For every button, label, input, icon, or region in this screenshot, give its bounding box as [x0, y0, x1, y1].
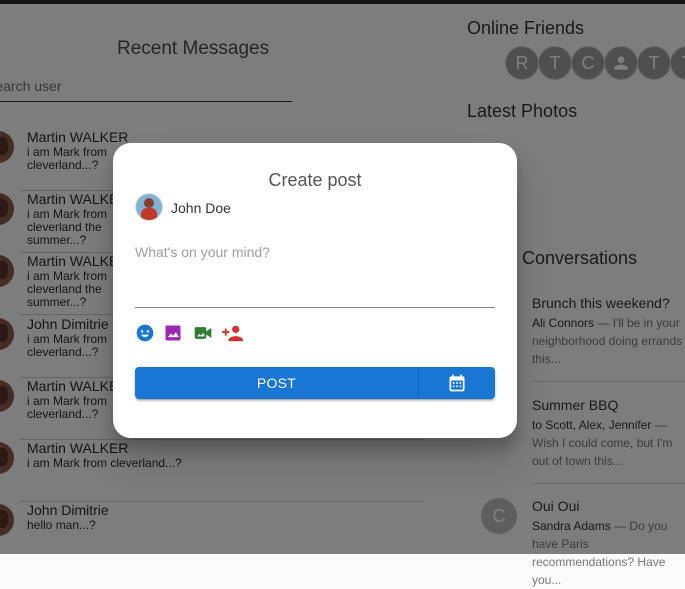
- post-button-group: POST: [135, 367, 495, 399]
- emoji-icon[interactable]: [135, 323, 157, 343]
- tag-person-icon[interactable]: [221, 323, 243, 343]
- schedule-button[interactable]: [419, 367, 495, 399]
- create-post-dialog: Create post John Doe POST: [113, 143, 517, 438]
- video-icon[interactable]: [192, 323, 214, 343]
- calendar-icon: [449, 374, 465, 392]
- image-icon[interactable]: [163, 323, 185, 343]
- post-button[interactable]: POST: [135, 367, 418, 399]
- post-input[interactable]: [135, 239, 495, 304]
- author-name: John Doe: [171, 200, 231, 216]
- author-avatar: [135, 193, 163, 221]
- post-text-field[interactable]: [135, 239, 495, 308]
- dialog-title: Create post: [268, 170, 362, 190]
